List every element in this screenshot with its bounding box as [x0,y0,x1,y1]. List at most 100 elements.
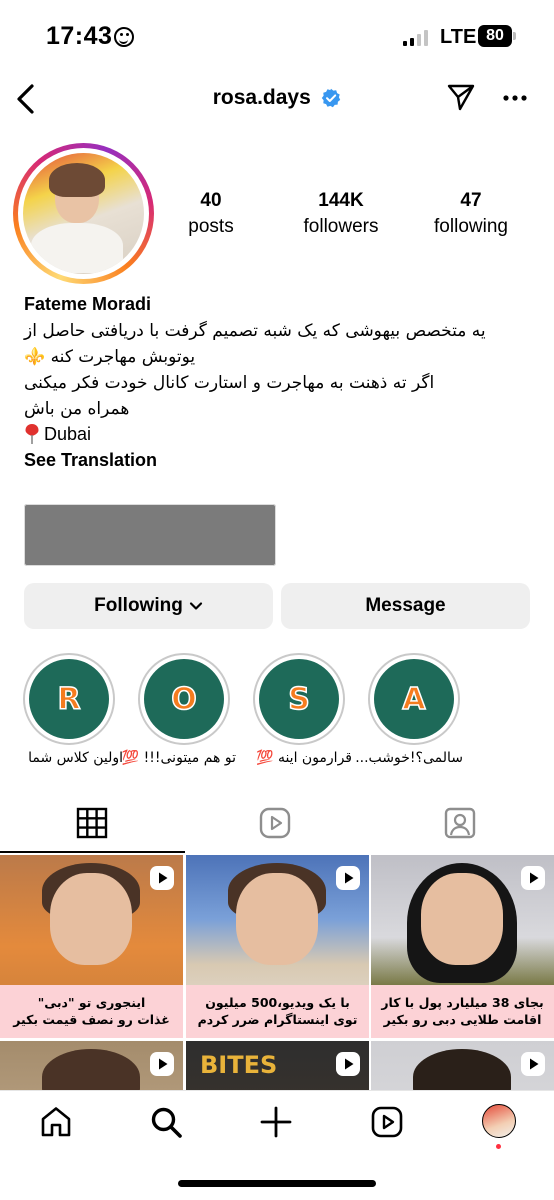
location: Dubai [24,423,91,445]
full-name: Fateme Moradi [24,294,152,314]
reels-icon [259,807,291,839]
stat-label: posts [188,216,234,237]
bio-line: همراه من باش [24,399,130,419]
caption-line: اقامت طلایی دبی رو بکیر [383,1012,542,1027]
chevron-down-icon [189,602,202,610]
post-person [50,873,132,965]
stat-label: following [434,216,508,237]
highlight-ring: R [23,653,115,745]
caption-line: توی اینستاگرام ضرر کردم [197,1012,358,1027]
bio-line: یوتوبش مهاجرت کنه ⚜️ [24,347,196,367]
nav-reels[interactable] [370,1105,404,1139]
active-tab-indicator [0,851,185,853]
stat-label: followers [303,216,379,237]
highlight-cover: R [29,659,109,739]
reels-icon [371,1106,403,1138]
post-tile[interactable]: با یک ویدیو،500 میلیون توی اینستاگرام ضر… [186,855,369,1038]
highlight-item[interactable]: R اولین کلاس شما [22,653,123,766]
stat-value: 40 [200,190,222,211]
profile-avatar-story-ring[interactable] [13,143,154,284]
highlight-ring: O [138,653,230,745]
message-button[interactable]: Message [281,583,530,629]
nav-profile-avatar[interactable] [482,1104,516,1138]
highlight-label: اولین کلاس شما [28,750,123,766]
followers-count[interactable]: 144K followers [281,190,401,238]
highlight-cover: A [374,659,454,739]
plus-icon [260,1106,292,1138]
following-label: Following [94,595,183,616]
smiley-icon [114,27,134,47]
status-bar: 17:43 LTE 80 [0,0,554,72]
search-icon [151,1107,182,1138]
video-icon [150,866,174,890]
highlight-ring: A [368,653,460,745]
caption-line: بجای 38 میلیارد پول با کار [381,995,544,1010]
see-translation-link[interactable]: See Translation [24,450,157,471]
avatar-inner [18,148,149,279]
home-icon [41,1107,71,1137]
highlight-label: قرارمون اینه 💯 [256,750,352,766]
more-horizontal-icon [503,95,527,101]
post-tile[interactable]: BITES [186,1041,369,1090]
post-caption: اینجوری تو "دبی" غذات رو نصف قیمت بکیر [0,985,183,1038]
highlight-cover: O [144,659,224,739]
highlight-item[interactable]: O تو هم میتونی!!! 💯 [122,653,236,766]
video-icon [336,1052,360,1076]
nav-home[interactable] [39,1105,73,1139]
tab-reels[interactable] [258,806,294,842]
nav-create[interactable] [259,1105,293,1139]
video-icon [336,866,360,890]
profile-tabs [0,800,554,852]
highlight-label: تو هم میتونی!!! 💯 [121,750,236,766]
stat-value: 47 [460,190,482,211]
bio-line: اگر ته ذهنت به مهاجرت و استارت کانال خود… [24,373,435,393]
send-icon [447,84,475,111]
following-button[interactable]: Following [24,583,273,629]
posts-count[interactable]: 40 posts [151,190,271,238]
tagged-icon [444,807,476,839]
tab-tagged[interactable] [443,806,479,842]
posts-grid: اینجوری تو "دبی" غذات رو نصف قیمت بکیر ب… [0,855,554,1090]
pin-icon [25,424,39,444]
highlight-item[interactable]: S قرارمون اینه 💯 [252,653,352,766]
post-tile[interactable] [0,1041,183,1090]
post-person [421,873,503,965]
home-indicator [178,1180,376,1187]
post-person [236,873,318,965]
video-icon [521,866,545,890]
post-overlay-text: BITES [200,1051,278,1079]
highlight-letter: O [170,681,197,718]
bio: یه متخصص بیهوشی که یک شبه تصمیم گرفت با … [24,318,530,422]
signal-icon [403,28,428,46]
nav-search[interactable] [149,1105,183,1139]
caption-line: غذات رو نصف قیمت بکیر [13,1012,170,1027]
message-label: Message [365,595,446,616]
battery-icon: 80 [478,25,512,47]
location-text: Dubai [44,423,92,444]
share-button[interactable] [446,82,476,112]
post-caption: بجای 38 میلیارد پول با کار اقامت طلایی د… [371,985,554,1038]
profile-avatar [23,153,144,274]
notification-dot [496,1144,501,1149]
highlight-cover: S [259,659,339,739]
grid-icon [76,807,108,839]
highlight-label: سالمی؟!خوشب... [355,750,463,766]
highlight-item[interactable]: A سالمی؟!خوشب... [355,653,463,766]
tab-posts-grid[interactable] [75,806,111,842]
following-count[interactable]: 47 following [411,190,531,238]
highlight-letter: A [402,681,427,718]
status-time: 17:43 [46,22,113,50]
highlight-ring: S [253,653,345,745]
more-options-button[interactable] [501,84,529,112]
post-tile[interactable]: اینجوری تو "دبی" غذات رو نصف قیمت بکیر [0,855,183,1038]
post-tile[interactable] [371,1041,554,1090]
bio-line: یه متخصص بیهوشی که یک شبه تصمیم گرفت با … [24,321,486,341]
verified-badge-icon [322,88,341,108]
battery-tip [513,32,516,40]
network-type: LTE [440,26,477,48]
caption-line: اینجوری تو "دبی" [37,995,146,1010]
post-tile[interactable]: بجای 38 میلیارد پول با کار اقامت طلایی د… [371,855,554,1038]
avatar-hair [49,163,105,197]
redacted-link-block [24,504,276,566]
stat-value: 144K [318,190,364,211]
